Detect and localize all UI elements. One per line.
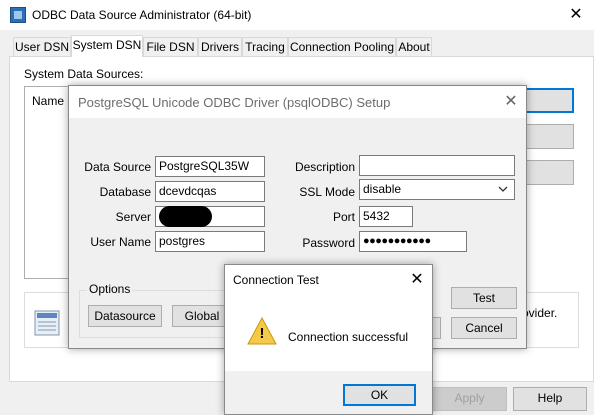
database-label: Database: [99, 185, 151, 199]
connection-test-title-bar: Connection Test ✕: [225, 265, 432, 295]
add-button[interactable]: [520, 88, 574, 113]
connection-test-close-icon[interactable]: ✕: [407, 272, 427, 288]
tab-user-dsn[interactable]: User DSN: [13, 37, 71, 56]
chevron-down-icon: [498, 186, 508, 192]
description-input[interactable]: [359, 155, 515, 176]
user-name-input[interactable]: postgres: [155, 231, 265, 252]
tab-connection-pooling[interactable]: Connection Pooling: [288, 37, 396, 56]
server-label: Server: [115, 210, 151, 224]
ssl-mode-value: disable: [363, 182, 402, 196]
setup-dialog-title: PostgreSQL Unicode ODBC Driver (psqlODBC…: [78, 95, 391, 110]
user-name-label: User Name: [90, 235, 151, 249]
tab-drivers[interactable]: Drivers: [198, 37, 242, 56]
password-input[interactable]: ●●●●●●●●●●●: [359, 231, 467, 252]
setup-dialog-close-icon[interactable]: ✕: [501, 94, 521, 110]
ssl-mode-label: SSL Mode: [299, 185, 355, 199]
tab-about[interactable]: About: [396, 37, 432, 56]
database-input[interactable]: dcevdcqas: [155, 181, 265, 202]
column-header-name[interactable]: Name: [32, 94, 64, 108]
remove-button[interactable]: [520, 124, 574, 149]
options-label: Options: [87, 282, 133, 296]
tab-file-dsn[interactable]: File DSN: [143, 37, 198, 56]
data-source-info-icon: [34, 310, 60, 336]
global-button[interactable]: Global: [172, 305, 232, 327]
tab-system-dsn[interactable]: System DSN: [71, 35, 143, 57]
ssl-mode-select[interactable]: disable: [359, 179, 515, 200]
data-source-input[interactable]: PostgreSQL35W: [155, 156, 265, 177]
connection-test-dialog: Connection Test ✕ ! Connection successfu…: [224, 264, 433, 415]
warning-icon-glyph: !: [259, 325, 265, 342]
server-redaction: [159, 206, 212, 227]
window-title: ODBC Data Source Administrator (64-bit): [32, 8, 252, 22]
datasource-button[interactable]: Datasource: [88, 305, 162, 327]
connection-test-message: Connection successful: [288, 330, 409, 344]
port-label: Port: [332, 210, 355, 224]
window-title-bar: ODBC Data Source Administrator (64-bit) …: [0, 0, 594, 30]
ok-button[interactable]: OK: [343, 384, 416, 406]
connection-test-title: Connection Test: [233, 273, 319, 287]
info-text: ovider.: [522, 306, 558, 320]
apply-button[interactable]: Apply: [432, 387, 507, 411]
data-source-label: Data Source: [84, 160, 151, 174]
system-data-sources-label: System Data Sources:: [24, 67, 144, 81]
tab-tracing[interactable]: Tracing: [242, 37, 288, 56]
configure-button[interactable]: [520, 160, 574, 185]
cancel-button[interactable]: Cancel: [451, 317, 517, 339]
window-close-icon[interactable]: ✕: [566, 7, 586, 23]
help-button[interactable]: Help: [513, 387, 587, 411]
password-label: Password: [302, 236, 355, 250]
description-label: Description: [294, 160, 355, 174]
setup-dialog-title-bar: PostgreSQL Unicode ODBC Driver (psqlODBC…: [69, 86, 526, 118]
odbc-app-icon: [10, 7, 26, 23]
test-button[interactable]: Test: [451, 287, 517, 309]
connection-test-body: ! Connection successful: [225, 295, 432, 371]
port-input[interactable]: 5432: [359, 206, 413, 227]
